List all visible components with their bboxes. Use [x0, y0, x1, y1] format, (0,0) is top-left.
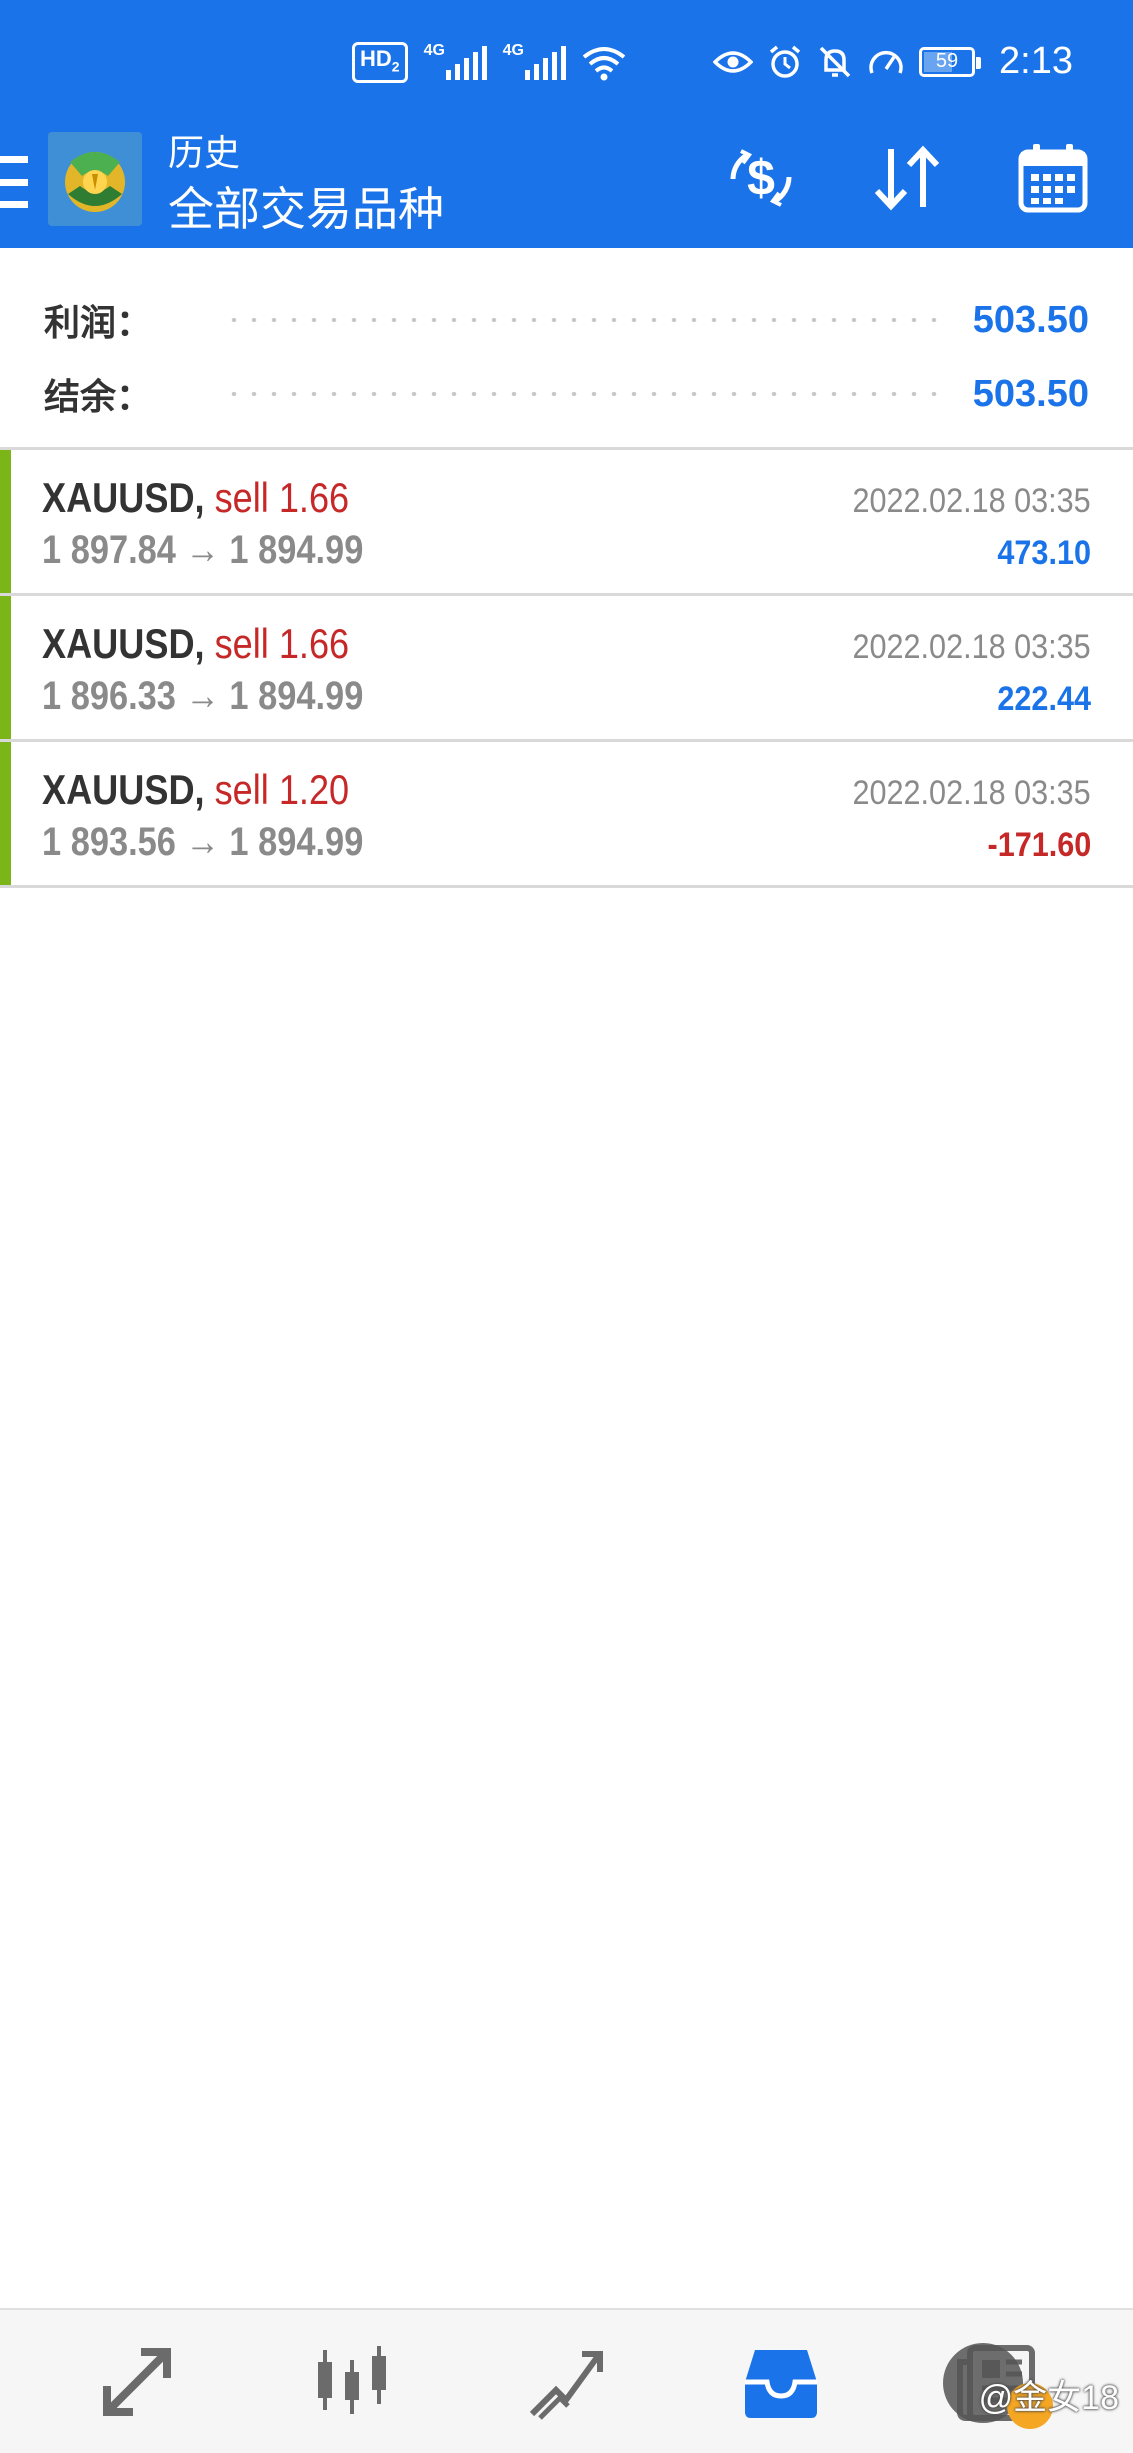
deal-color-bar [0, 596, 11, 739]
top-bar: HD2 4G 4G 59 2:13 历史 全部交易品种 $ [0, 0, 1133, 248]
balance-label: 结余： [44, 376, 153, 417]
cell-signal-icon-2: 4G [503, 42, 566, 80]
deal-symbol: XAUUSD, [42, 766, 205, 813]
hd-voice-icon: HD2 [352, 42, 408, 84]
deal-color-bar [0, 450, 11, 593]
quotes-icon[interactable] [92, 2337, 182, 2427]
deal-prices: 1 896.33 → 1 894.99 [42, 674, 364, 718]
profit-row: 利润： 503.50 [44, 290, 1089, 350]
mute-bell-icon [819, 46, 851, 77]
system-indicators: 59 2:13 [713, 40, 1073, 83]
deal-time: 2022.02.18 03:35 [852, 482, 1091, 520]
network-indicators: HD2 4G 4G [352, 42, 626, 84]
deal-time: 2022.02.18 03:35 [852, 774, 1091, 812]
deal-profit: -171.60 [987, 826, 1091, 864]
deal-prices: 1 897.84 → 1 894.99 [42, 528, 364, 572]
history-icon[interactable] [736, 2337, 826, 2427]
dotted-leader [224, 318, 943, 322]
alarm-icon [769, 45, 801, 78]
battery-icon: 59 [919, 46, 982, 77]
deal-row[interactable]: XAUUSD, sell 1.66 1 897.84 → 1 894.99 20… [0, 450, 1133, 596]
deal-side: sell 1.66 [214, 474, 350, 521]
deal-symbol: XAUUSD, [42, 620, 205, 667]
dotted-leader [224, 392, 943, 396]
page-title: 历史 [168, 132, 241, 173]
sort-icon[interactable] [867, 138, 947, 218]
title-block[interactable]: 历史 全部交易品种 [168, 128, 444, 240]
status-bar: HD2 4G 4G 59 2:13 [0, 0, 1133, 128]
app-bar-actions: $ [721, 138, 1093, 218]
clock: 2:13 [999, 40, 1073, 82]
app-bar: 历史 全部交易品种 $ [0, 128, 1133, 248]
eye-icon [713, 50, 754, 73]
deal-prices: 1 893.56 → 1 894.99 [42, 820, 364, 864]
history-screen: HD2 4G 4G 59 2:13 历史 全部交易品种 $ 利润： 503.50… [0, 0, 1133, 2453]
balance-value: 503.50 [972, 372, 1089, 415]
deal-list: XAUUSD, sell 1.66 1 897.84 → 1 894.99 20… [0, 450, 1133, 888]
watermark-text: @金女18 [978, 2379, 1119, 2417]
deal-time: 2022.02.18 03:35 [852, 628, 1091, 666]
bottom-navigation: @金女18 [0, 2308, 1133, 2453]
history-summary: 利润： 503.50 结余： 503.50 [0, 248, 1133, 450]
chart-icon[interactable] [307, 2337, 397, 2427]
deal-side: sell 1.66 [214, 620, 350, 667]
profit-value: 503.50 [972, 298, 1089, 341]
svg-text:$: $ [747, 150, 775, 206]
deal-row[interactable]: XAUUSD, sell 1.66 1 896.33 → 1 894.99 20… [0, 596, 1133, 742]
metatrader-logo [48, 132, 142, 226]
cell-signal-icon: 4G [424, 42, 487, 80]
trade-icon[interactable] [521, 2337, 611, 2427]
deal-symbol: XAUUSD, [42, 474, 205, 521]
symbol-filter-title: 全部交易品种 [168, 183, 444, 235]
deal-side: sell 1.20 [214, 766, 350, 813]
menu-icon[interactable] [0, 156, 32, 208]
deal-profit: 222.44 [997, 680, 1091, 718]
deal-row[interactable]: XAUUSD, sell 1.20 1 893.56 → 1 894.99 20… [0, 742, 1133, 888]
deal-profit: 473.10 [997, 534, 1091, 572]
speedometer-icon [869, 50, 903, 74]
calendar-icon[interactable] [1013, 138, 1093, 218]
deal-color-bar [0, 742, 11, 885]
wifi-icon [582, 46, 625, 81]
balance-row: 结余： 503.50 [44, 364, 1089, 424]
currency-exchange-icon[interactable]: $ [721, 138, 801, 218]
profit-label: 利润： [44, 302, 153, 343]
